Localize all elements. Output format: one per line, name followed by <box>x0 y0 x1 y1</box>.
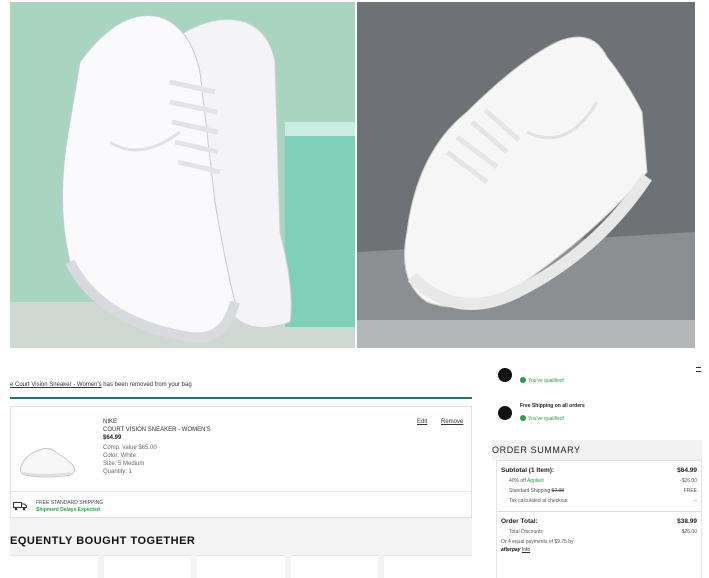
remove-item-link[interactable]: Remove <box>441 419 463 425</box>
cart-item-card: NIKE COURT VISION SNEAKER - WOMEN'S $64.… <box>10 406 472 518</box>
removed-item-message: has been removed from your bag <box>101 382 192 388</box>
shipping-delay-note: Shipment Delays Expected <box>36 507 100 513</box>
truck-icon <box>13 502 27 511</box>
menu-icon[interactable] <box>696 367 701 372</box>
truck-icon <box>498 406 512 420</box>
sneaker-pair-illustration <box>10 2 355 348</box>
product-image-left <box>10 2 355 348</box>
promo-row: Free Shipping on all orders You've quali… <box>492 398 702 432</box>
promo-status: You've qualified! <box>520 415 564 422</box>
sneaker-side-illustration <box>357 2 695 348</box>
afterpay-info-link[interactable]: Info <box>522 547 530 553</box>
removed-item-notice: e Court Vision Sneaker - Women's has bee… <box>10 373 472 399</box>
order-summary-body: Subtotal (1 Item): $64.99 40% off Applie… <box>496 460 702 578</box>
product-brand: NIKE <box>103 419 118 425</box>
order-summary-title: ORDER SUMMARY <box>492 440 702 460</box>
promo-status: You've qualified! <box>520 377 564 384</box>
product-size: Size: 5 Medium <box>103 461 145 467</box>
tag-icon <box>498 368 512 382</box>
product-name[interactable]: COURT VISION SNEAKER - WOMEN'S <box>103 427 211 433</box>
afterpay-logo: afterpay <box>501 547 521 553</box>
fbt-tile[interactable] <box>290 555 379 578</box>
promo-title: Free Shipping on all orders <box>520 403 585 409</box>
product-color: Color: White <box>103 453 137 459</box>
check-icon <box>520 415 526 421</box>
order-sidebar: You've qualified! Free Shipping on all o… <box>492 360 702 578</box>
product-price: $64.99 <box>103 435 122 441</box>
shipping-label: FREE STANDARD SHIPPING <box>36 500 104 506</box>
shipping-row: FREE STANDARD SHIPPING Shipment Delays E… <box>11 491 471 519</box>
product-quantity: Quantity: 1 <box>103 469 133 475</box>
check-icon <box>520 377 526 383</box>
cart-item-thumbnail[interactable] <box>15 437 81 481</box>
fbt-tiles <box>10 555 472 578</box>
edit-item-link[interactable]: Edit <box>417 419 427 425</box>
fbt-tile[interactable] <box>384 555 472 578</box>
promo-row: You've qualified! <box>492 360 702 394</box>
fbt-heading: EQUENTLY BOUGHT TOGETHER <box>10 535 196 547</box>
summary-divider <box>497 511 701 512</box>
removed-item-link[interactable]: e Court Vision Sneaker - Women's <box>10 382 102 388</box>
fbt-tile[interactable] <box>103 555 192 578</box>
product-image-right <box>357 2 695 348</box>
fbt-tile[interactable] <box>10 555 98 578</box>
product-comp-value: Comp. value $65.00 <box>103 445 157 451</box>
fbt-tile[interactable] <box>197 555 285 578</box>
